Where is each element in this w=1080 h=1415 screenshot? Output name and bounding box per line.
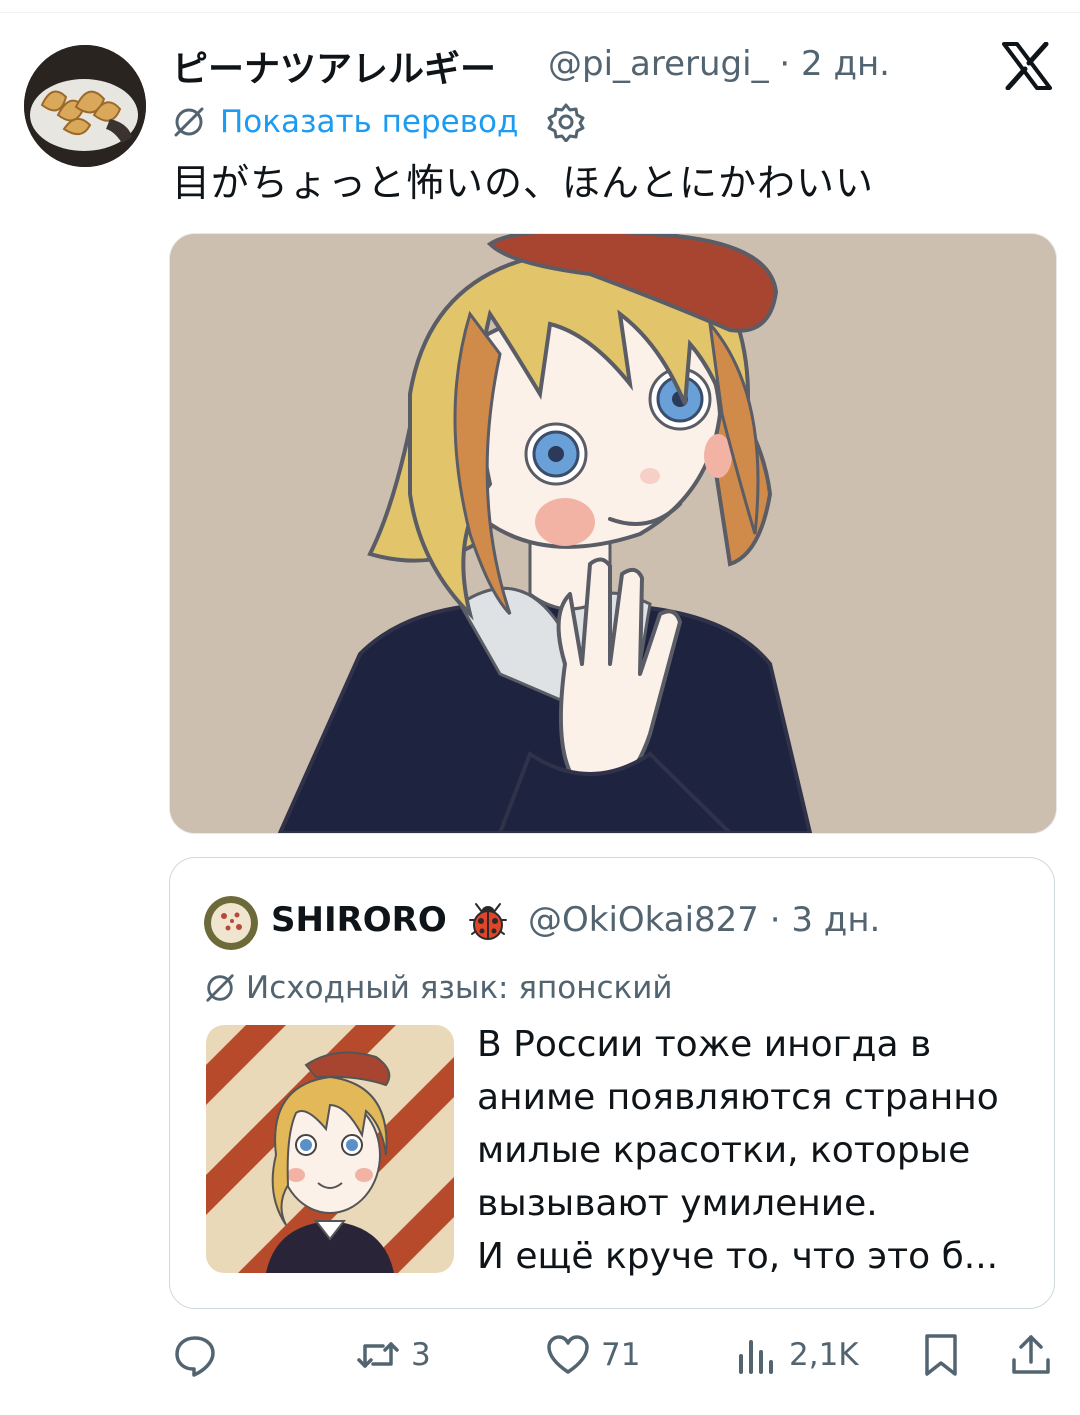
author-handle-and-time[interactable]: @pi_arerugi_ · 2 дн. <box>548 44 890 84</box>
author-handle[interactable]: @pi_arerugi_ <box>548 44 769 84</box>
views-count: 2,1K <box>789 1337 859 1373</box>
top-divider <box>0 12 1080 13</box>
retweet-button[interactable]: 3 <box>355 1325 431 1385</box>
bookmark-button[interactable] <box>918 1325 964 1385</box>
quote-author-avatar[interactable] <box>204 896 258 950</box>
translate-icon <box>174 107 204 137</box>
quote-author-name[interactable]: SHIRORO <box>271 900 447 940</box>
translate-icon <box>206 974 234 1002</box>
quote-handle-and-time[interactable]: @OkiOkai827 · 3 дн. <box>528 900 880 940</box>
quoted-tweet[interactable]: SHIRORO @OkiOkai827 · 3 дн. Исходный язы… <box>169 857 1055 1309</box>
tweet-image[interactable] <box>169 233 1057 834</box>
share-button[interactable] <box>1008 1325 1054 1385</box>
share-icon <box>1012 1335 1050 1374</box>
like-icon <box>547 1335 589 1374</box>
like-button[interactable]: 71 <box>545 1325 640 1385</box>
post-time[interactable]: · 2 дн. <box>779 44 890 84</box>
quote-language-row: Исходный язык: японский <box>204 970 673 1006</box>
quote-post-time[interactable]: · 3 дн. <box>770 900 881 940</box>
reply-button[interactable] <box>172 1325 228 1385</box>
views-button[interactable]: 2,1K <box>733 1325 859 1385</box>
reply-icon <box>175 1336 215 1377</box>
gear-icon[interactable] <box>546 102 586 142</box>
retweet-count: 3 <box>411 1337 431 1373</box>
retweet-icon <box>357 1342 399 1368</box>
show-translation-link[interactable]: Показать перевод <box>220 104 518 140</box>
quote-text: В России тоже иногда в аниме появляются … <box>477 1024 999 1277</box>
like-count: 71 <box>601 1337 641 1373</box>
x-logo-icon <box>1002 42 1052 90</box>
quote-language-label: Исходный язык: японский <box>246 970 673 1006</box>
action-bar: 3 71 2,1K <box>0 1325 1080 1385</box>
quote-image[interactable] <box>206 1025 454 1273</box>
bookmark-icon <box>925 1334 957 1376</box>
views-icon <box>739 1340 773 1374</box>
author-avatar[interactable] <box>24 45 146 167</box>
translate-row: Показать перевод <box>172 100 586 144</box>
quote-author-handle[interactable]: @OkiOkai827 <box>528 900 759 940</box>
author-name[interactable]: ピーナツアレルギー <box>172 40 496 92</box>
ladybug-icon <box>469 903 507 940</box>
tweet-text: 目がちょっと怖いの、ほんとにかわいい <box>172 161 875 205</box>
